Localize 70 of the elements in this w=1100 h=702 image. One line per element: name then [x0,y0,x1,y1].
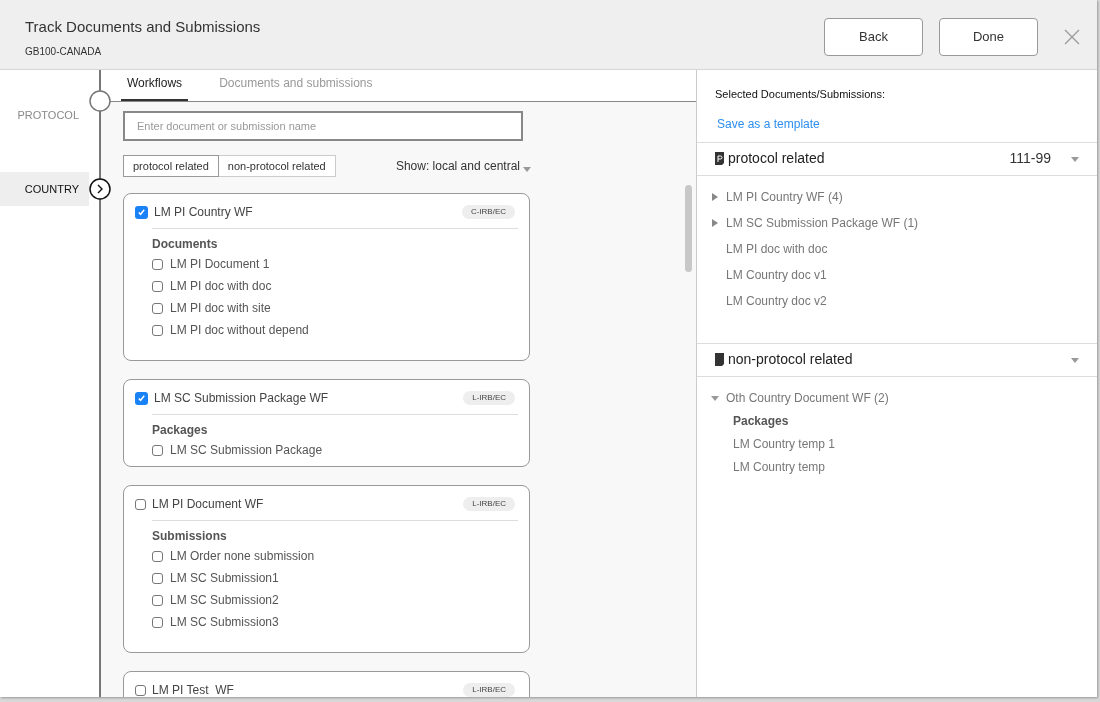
section-heading: Submissions [152,528,228,545]
item-label: LM SC Submission Package [170,442,323,459]
group-header[interactable]: protocol related 111-99 [697,141,1097,176]
workflow-tag: L-IRB/EC [463,391,515,405]
item-label: LM PI doc without depend [170,322,309,339]
tree-item[interactable]: LM Country temp 1 [733,434,1097,453]
section-heading: Packages [152,422,209,439]
window-title: Track Documents and Submissions [25,17,261,37]
tree-item[interactable]: LM SC Submission Package WF (1) [726,213,919,232]
checkmark-icon [137,393,146,403]
checkbox[interactable] [152,324,163,336]
search-field[interactable]: Enter document or submission name [123,111,523,141]
checkbox[interactable] [152,258,163,270]
workflow-title: LM PI Country WF [154,204,253,221]
section-heading: Documents [152,236,219,253]
workflow-tag: L-IRB/EC [463,683,515,697]
tree-item[interactable]: LM PI Country WF (4) [726,187,843,206]
item-label: LM PI Document 1 [170,256,270,273]
group-header[interactable]: non-protocol related [697,342,1097,377]
checkbox[interactable] [135,391,148,405]
item-label: LM PI doc with doc [170,278,272,295]
checkbox[interactable] [135,205,148,219]
tree-item[interactable]: LM PI doc with doc [726,239,828,258]
checkbox[interactable] [152,616,163,628]
header-button[interactable]: Back [824,18,923,56]
item-label: LM SC Submission1 [170,570,279,587]
tree-item[interactable]: LM Country doc v1 [726,265,827,284]
checkbox[interactable] [152,280,163,292]
save-template-link[interactable]: Save as a template [717,114,820,133]
caret-icon[interactable] [711,218,719,227]
workflow-tag: L-IRB/EC [463,497,515,511]
tree-item[interactable]: Oth Country Document WF (2) [726,388,889,407]
item-label: LM Order none submission [170,548,315,565]
close-icon[interactable] [1064,29,1080,45]
caret-icon[interactable] [711,393,719,402]
step-item[interactable]: PROTOCOL [0,98,89,132]
header-button[interactable]: Done [939,18,1038,56]
item-label: LM PI doc with site [170,300,271,317]
tree-item[interactable]: LM Country temp [733,457,1097,476]
document-icon [715,353,724,366]
workflow-title: LM PI Test WF [152,682,234,697]
checkbox[interactable] [135,684,146,696]
caret-icon[interactable] [711,192,719,201]
workflow-title: LM PI Document WF [152,496,264,513]
checkbox[interactable] [152,444,163,456]
show-dropdown[interactable]: Show: local and central [395,157,531,175]
checkbox[interactable] [152,594,163,606]
checkbox[interactable] [152,550,163,562]
item-label: LM SC Submission3 [170,614,279,631]
workflow-tag: C-IRB/EC [461,205,515,219]
step-item[interactable]: COUNTRY [0,172,89,206]
section-heading: Packages [733,412,790,430]
caret-icon[interactable] [1071,154,1079,163]
filter-toggle[interactable]: non-protocol related [218,155,336,177]
filter-toggle[interactable]: protocol related [123,155,219,177]
document-icon [715,152,724,165]
checkmark-icon [137,207,146,217]
checkbox[interactable] [152,572,163,584]
tree-item[interactable]: LM Country doc v2 [726,291,827,310]
tab[interactable]: Documents and submissions [213,74,379,101]
caret-icon [523,164,531,173]
window-subtitle: GB100-CANADA [25,44,103,59]
caret-icon[interactable] [1071,355,1079,364]
checkbox[interactable] [152,302,163,314]
item-label: LM SC Submission2 [170,592,279,609]
scrollbar[interactable] [685,185,692,272]
workflow-title: LM SC Submission Package WF [154,390,329,407]
tab[interactable]: Workflows [121,74,189,101]
panel-heading: Selected Documents/Submissions: [715,87,886,102]
checkbox[interactable] [135,498,146,510]
